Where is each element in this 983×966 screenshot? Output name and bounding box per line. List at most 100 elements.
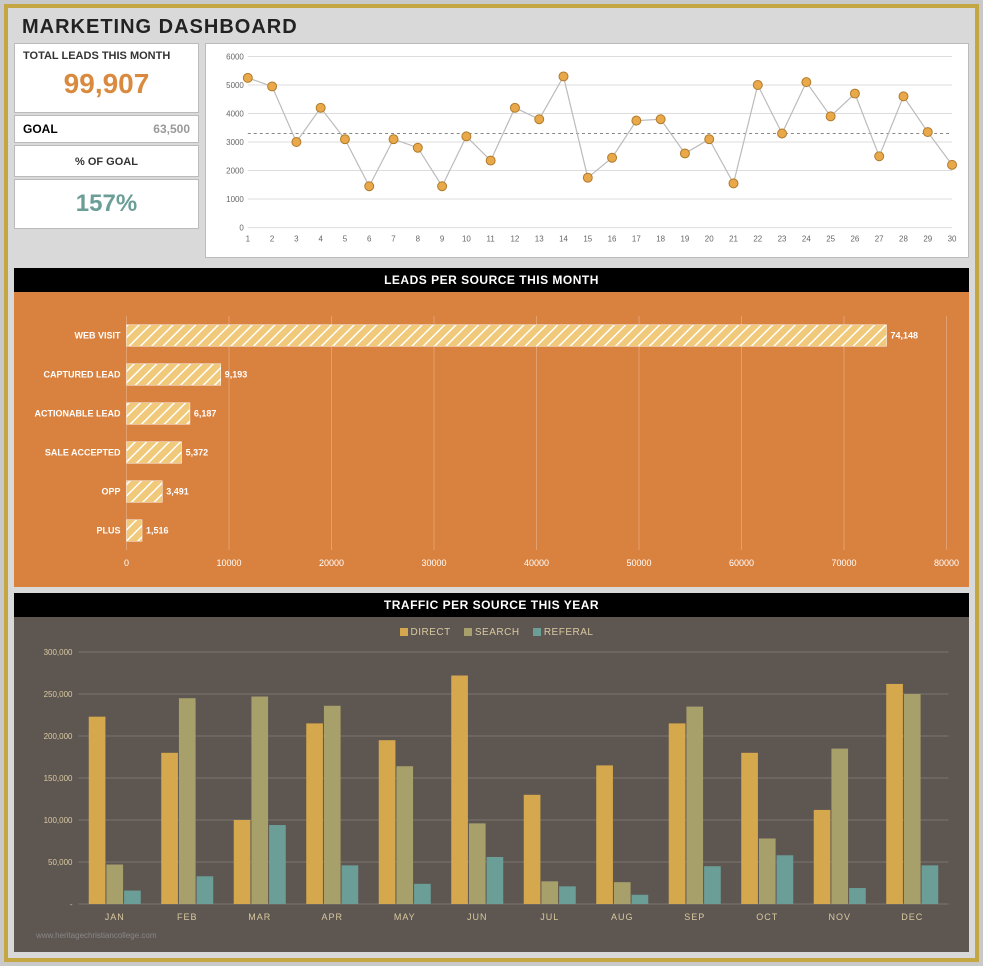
svg-text:100,000: 100,000	[44, 816, 73, 825]
svg-text:16: 16	[608, 234, 617, 243]
svg-text:24: 24	[802, 234, 811, 243]
svg-text:OCT: OCT	[756, 912, 778, 922]
svg-text:3: 3	[294, 234, 299, 243]
svg-text:8: 8	[416, 234, 421, 243]
kpi-goal-label: GOAL	[23, 122, 58, 136]
svg-text:9,193: 9,193	[225, 370, 248, 380]
svg-text:300,000: 300,000	[44, 648, 73, 657]
svg-text:26: 26	[850, 234, 859, 243]
svg-text:30000: 30000	[421, 558, 446, 568]
svg-text:7: 7	[391, 234, 396, 243]
svg-text:JUL: JUL	[540, 912, 559, 922]
svg-text:JUN: JUN	[467, 912, 488, 922]
svg-text:27: 27	[875, 234, 884, 243]
svg-text:MAY: MAY	[394, 912, 416, 922]
svg-text:200,000: 200,000	[44, 732, 73, 741]
svg-text:1: 1	[246, 234, 251, 243]
legend-swatch-search	[464, 628, 472, 636]
svg-text:22: 22	[753, 234, 762, 243]
svg-text:2000: 2000	[226, 167, 244, 176]
kpi-total-box: TOTAL LEADS THIS MONTH 99,907	[14, 43, 199, 113]
svg-text:25: 25	[826, 234, 835, 243]
svg-text:0: 0	[239, 224, 244, 233]
svg-text:5,372: 5,372	[186, 448, 209, 458]
vbar-panel: DIRECT SEARCH REFERAL - 50,000 100,000 150,…	[14, 617, 969, 952]
hbar-panel: 0 10000 20000 30000 40000 50000 60000 70000 8000…	[14, 292, 969, 587]
svg-text:-: -	[70, 900, 73, 909]
svg-text:PLUS: PLUS	[96, 526, 120, 536]
svg-text:OPP: OPP	[101, 487, 120, 497]
svg-text:SALE ACCEPTED: SALE ACCEPTED	[45, 448, 121, 458]
svg-text:AUG: AUG	[611, 912, 634, 922]
kpi-column: TOTAL LEADS THIS MONTH 99,907 GOAL 63,50…	[14, 43, 199, 258]
svg-text:2: 2	[270, 234, 275, 243]
svg-text:20: 20	[705, 234, 714, 243]
svg-text:29: 29	[923, 234, 932, 243]
svg-text:50,000: 50,000	[48, 858, 73, 867]
svg-text:3000: 3000	[226, 138, 244, 147]
svg-text:JAN: JAN	[105, 912, 125, 922]
svg-text:40000: 40000	[524, 558, 549, 568]
svg-text:28: 28	[899, 234, 908, 243]
svg-text:11: 11	[487, 234, 496, 243]
legend-search: SEARCH	[475, 627, 520, 638]
leads-per-source-bar-chart: 0 10000 20000 30000 40000 50000 60000 70000 8000…	[24, 312, 959, 572]
svg-text:17: 17	[632, 234, 641, 243]
kpi-pct-label-box: % OF GOAL	[14, 145, 199, 177]
svg-text:12: 12	[511, 234, 520, 243]
svg-text:ACTIONABLE LEAD: ACTIONABLE LEAD	[35, 409, 121, 419]
svg-text:23: 23	[778, 234, 787, 243]
legend-swatch-referal	[533, 628, 541, 636]
svg-text:4000: 4000	[226, 110, 244, 119]
daily-leads-line-chart: 0100020003000400050006000123456789101112…	[214, 50, 960, 246]
kpi-pct-label: % OF GOAL	[75, 156, 138, 168]
watermark: www.heritagechristiancollege.com	[24, 931, 959, 942]
svg-text:5000: 5000	[226, 81, 244, 90]
svg-text:250,000: 250,000	[44, 690, 73, 699]
svg-text:74,148: 74,148	[891, 331, 919, 341]
line-chart-panel: 0100020003000400050006000123456789101112…	[205, 43, 969, 258]
kpi-total-value: 99,907	[23, 62, 190, 106]
svg-text:FEB: FEB	[177, 912, 198, 922]
svg-text:10: 10	[462, 234, 471, 243]
svg-text:0: 0	[124, 558, 129, 568]
svg-text:6: 6	[367, 234, 372, 243]
svg-text:20000: 20000	[319, 558, 344, 568]
svg-text:150,000: 150,000	[44, 774, 73, 783]
svg-text:NOV: NOV	[828, 912, 851, 922]
svg-text:15: 15	[583, 234, 592, 243]
kpi-pct-value: 157%	[23, 186, 190, 222]
svg-text:APR: APR	[321, 912, 343, 922]
svg-text:70000: 70000	[831, 558, 856, 568]
kpi-total-label: TOTAL LEADS THIS MONTH	[23, 50, 190, 62]
svg-text:14: 14	[559, 234, 568, 243]
svg-text:SEP: SEP	[684, 912, 705, 922]
svg-text:1000: 1000	[226, 195, 244, 204]
kpi-pct-box: 157%	[14, 179, 199, 229]
svg-text:6,187: 6,187	[194, 409, 217, 419]
kpi-goal-value: 63,500	[153, 122, 190, 136]
svg-text:13: 13	[535, 234, 544, 243]
svg-text:6000: 6000	[226, 52, 244, 61]
dashboard-page: MARKETING DASHBOARD TOTAL LEADS THIS MON…	[4, 4, 979, 962]
svg-text:10000: 10000	[216, 558, 241, 568]
svg-text:3,491: 3,491	[166, 487, 189, 497]
svg-text:30: 30	[948, 234, 957, 243]
svg-text:WEB VISIT: WEB VISIT	[74, 331, 121, 341]
svg-text:18: 18	[656, 234, 665, 243]
svg-text:21: 21	[729, 234, 738, 243]
traffic-per-source-bar-chart: - 50,000 100,000 150,000 200,000 250,000 300,0…	[24, 646, 959, 926]
svg-text:80000: 80000	[934, 558, 959, 568]
svg-text:5: 5	[343, 234, 348, 243]
legend: DIRECT SEARCH REFERAL	[24, 623, 959, 646]
svg-text:DEC: DEC	[901, 912, 923, 922]
svg-text:4: 4	[318, 234, 323, 243]
svg-text:19: 19	[681, 234, 690, 243]
page-title: MARKETING DASHBOARD	[8, 8, 975, 43]
legend-direct: DIRECT	[411, 627, 451, 638]
svg-text:60000: 60000	[729, 558, 754, 568]
svg-text:MAR: MAR	[248, 912, 271, 922]
svg-text:50000: 50000	[626, 558, 651, 568]
kpi-goal-box: GOAL 63,500	[14, 115, 199, 143]
section1-title: LEADS PER SOURCE THIS MONTH	[14, 268, 969, 292]
